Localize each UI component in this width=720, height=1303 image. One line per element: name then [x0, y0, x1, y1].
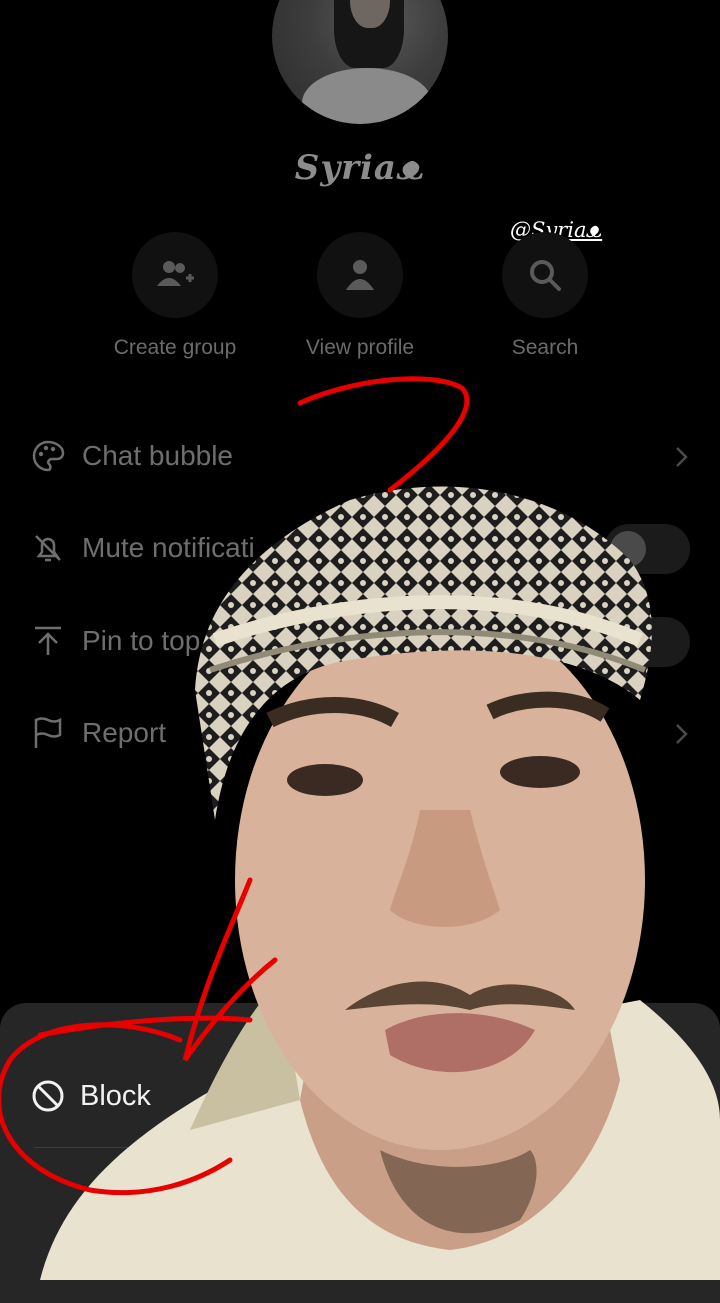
red-annotation-overlay [0, 376, 470, 1196]
